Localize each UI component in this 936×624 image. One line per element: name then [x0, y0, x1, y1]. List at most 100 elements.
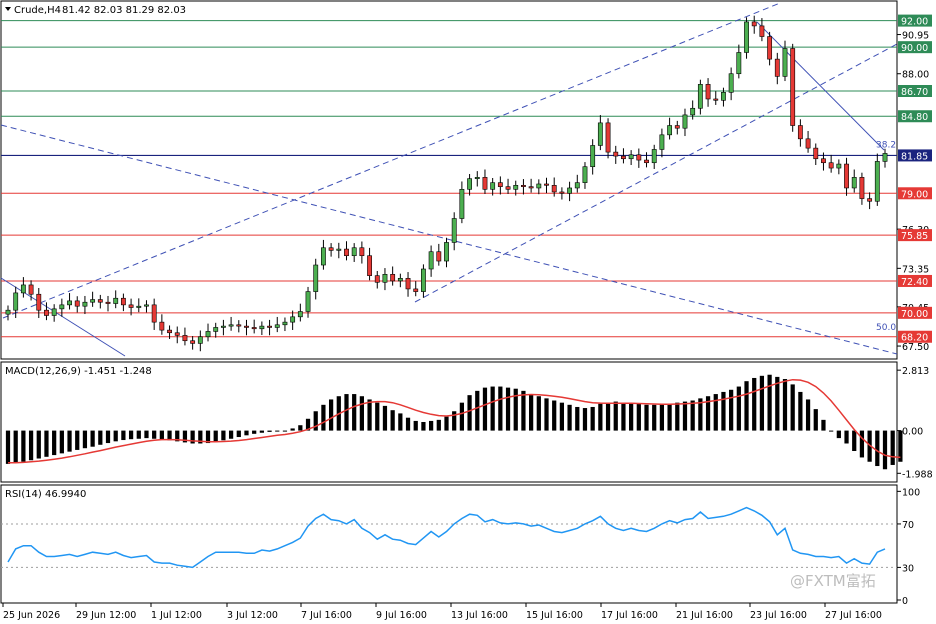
macd-bar	[52, 430, 57, 456]
macd-bar	[475, 390, 480, 431]
macd-bar	[605, 402, 611, 431]
price-tick-label: 73.35	[902, 264, 929, 275]
rsi-title: RSI(14) 46.9940	[5, 489, 86, 500]
macd-bar	[829, 430, 834, 432]
candle-body-bear	[36, 293, 42, 311]
candle-body-bear	[621, 155, 626, 160]
candle-body-bull	[697, 84, 703, 109]
macd-bar	[275, 430, 280, 432]
macd-bar	[790, 384, 795, 431]
candle-body-bull	[51, 308, 57, 316]
fib-level-label: 50.0	[876, 323, 896, 333]
candle-body-bull	[205, 331, 211, 338]
candle-body-bear	[844, 163, 849, 189]
macd-bar	[498, 386, 503, 431]
candle-body-bull	[90, 299, 96, 303]
macd-bar	[882, 430, 888, 470]
candle-body-bull	[744, 21, 749, 53]
macd-bar	[382, 405, 388, 431]
macd-bar	[267, 430, 272, 432]
candle-body-bear	[190, 340, 196, 344]
candle-body-bear	[805, 138, 811, 149]
macd-bar	[136, 430, 141, 439]
candle-body-bull	[536, 183, 542, 189]
macd-bar	[844, 430, 849, 444]
price-level-value: 72.40	[901, 277, 928, 288]
candle-body-bear	[828, 162, 834, 169]
macd-bar	[98, 430, 103, 445]
macd-bar	[82, 430, 88, 449]
price-level-value: 75.85	[901, 231, 928, 242]
macd-bar	[659, 404, 665, 431]
price-level-value: 70.00	[901, 309, 928, 320]
candle-body-bear	[167, 329, 172, 334]
candle-body-bear	[174, 332, 180, 336]
candle-body-bear	[713, 98, 719, 101]
candle-body-bear	[636, 154, 642, 161]
macd-bar	[228, 430, 234, 439]
macd-bar	[282, 430, 288, 432]
candle-body-bull	[836, 163, 842, 169]
candle-body-bear	[521, 185, 526, 187]
macd-bar	[405, 417, 411, 431]
time-tick-label: 15 Jul 16:00	[526, 610, 583, 621]
macd-bar	[28, 430, 34, 461]
macd-bar	[328, 399, 334, 431]
candle-body-bull	[351, 247, 357, 257]
macd-bar	[890, 430, 895, 465]
candle-body-bear	[821, 158, 826, 164]
candle-body-bull	[582, 166, 588, 183]
macd-bar	[59, 430, 64, 454]
candle-body-bull	[13, 292, 19, 311]
candle-body-bull	[874, 161, 880, 202]
rsi-axis: 100 70 30 0	[897, 487, 920, 607]
candle-body-bull	[513, 185, 519, 190]
time-tick-label: 21 Jul 16:00	[676, 610, 733, 621]
macd-bar	[652, 404, 657, 431]
candle-body-bull	[228, 324, 234, 327]
candle-body-bear	[705, 84, 711, 100]
time-tick-label: 17 Jul 16:00	[601, 610, 658, 621]
candle-body-bear	[151, 304, 157, 323]
price-level-value: 90.00	[901, 43, 928, 54]
candle-body-bear	[674, 125, 680, 129]
candle-body-bull	[113, 297, 119, 304]
candle-body-bull	[467, 178, 472, 190]
candle-body-bear	[374, 275, 380, 283]
macd-bar	[636, 403, 641, 431]
candle-body-bull	[659, 134, 665, 150]
time-tick-label: 9 Jul 16:00	[376, 610, 427, 621]
macd-bar	[298, 425, 303, 431]
level-tags: 92.00 90.00 86.70 84.80 81.85 79.00 75.85 72.40…	[898, 14, 932, 344]
candle-body-bear	[505, 186, 511, 190]
candle-body-bull	[574, 182, 580, 189]
candle-body-bear	[344, 248, 349, 257]
macd-bar	[582, 408, 588, 431]
macd-bar	[13, 430, 18, 463]
candle	[744, 17, 749, 59]
candle-body-bear	[436, 251, 442, 262]
macd-bar	[167, 430, 172, 441]
time-tick-label: 29 Jun 12:00	[76, 610, 136, 621]
time-tick-label: 13 Jul 16:00	[451, 610, 508, 621]
macd-bar	[5, 430, 11, 464]
candle-body-bear	[244, 325, 249, 328]
candle-body-bull	[421, 268, 426, 292]
candle-body-bear	[128, 304, 134, 308]
macd-bar	[736, 386, 741, 431]
macd-bar	[21, 430, 26, 462]
rsi-tick-label: 30	[902, 563, 914, 574]
symbol-label[interactable]: Crude,H4	[14, 5, 61, 16]
candle-body-bear	[767, 36, 773, 60]
price-tick-label: 90.95	[902, 31, 929, 42]
candle-body-bear	[159, 321, 165, 331]
price-level-value: 86.70	[901, 87, 928, 98]
candle-body-bull	[851, 177, 857, 189]
candle-body-bull	[474, 177, 480, 179]
candle-body-bear	[44, 309, 49, 316]
macd-bar	[775, 376, 780, 431]
candle-body-bull	[259, 325, 265, 330]
candle-body-bull	[682, 114, 688, 129]
macd-bar	[152, 430, 157, 439]
macd-bar	[252, 430, 257, 434]
